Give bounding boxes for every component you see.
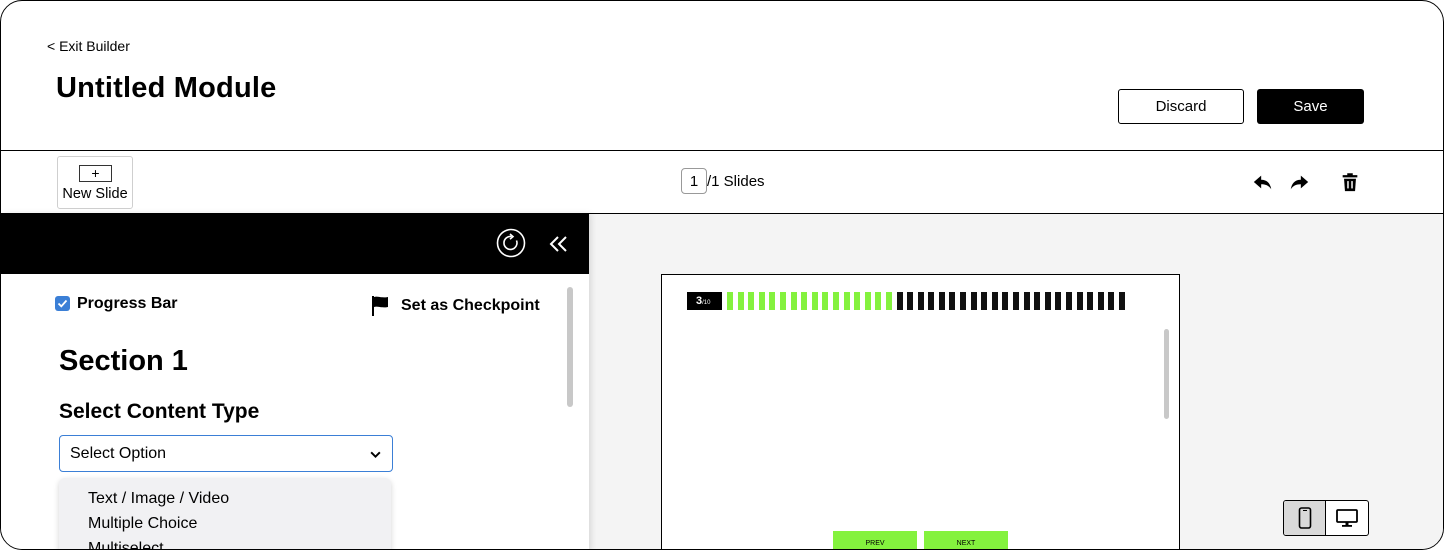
progress-segment-pending (1087, 292, 1094, 310)
progress-segment-complete (811, 292, 818, 310)
plus-icon: + (79, 165, 112, 182)
mobile-icon (1298, 507, 1311, 529)
progress-segment-pending (907, 292, 914, 310)
section-title[interactable]: Section 1 (59, 345, 188, 378)
progress-segment-complete (843, 292, 850, 310)
mobile-view-button[interactable] (1284, 501, 1326, 535)
preview-scrollbar[interactable] (1164, 329, 1169, 419)
progress-segment-pending (1055, 292, 1062, 310)
progress-segment-pending (1034, 292, 1041, 310)
progress-bar-label[interactable]: Progress Bar (77, 295, 178, 313)
progress-segment-pending (1023, 292, 1030, 310)
progress-segments (727, 292, 1130, 310)
undo-icon[interactable] (1252, 171, 1274, 193)
next-button[interactable]: NEXT (924, 531, 1008, 549)
progress-bar-checkbox[interactable] (55, 296, 70, 311)
content-type-select[interactable]: Select Option (59, 435, 393, 472)
progress-segment-complete (801, 292, 808, 310)
progress-segment-complete (727, 292, 733, 310)
save-button[interactable]: Save (1257, 89, 1364, 124)
collapse-left-icon[interactable] (547, 232, 571, 256)
progress-segment-complete (885, 292, 892, 310)
progress-segment-complete (769, 292, 776, 310)
chevron-down-icon (370, 451, 381, 459)
progress-segment-complete (779, 292, 786, 310)
new-slide-button[interactable]: + New Slide (57, 156, 133, 209)
progress-segment-pending (1076, 292, 1083, 310)
progress-segment-complete (758, 292, 765, 310)
panel-scrollbar[interactable] (567, 287, 573, 407)
slides-total-label: /1 Slides (707, 172, 765, 190)
option-text-image-video[interactable]: Text / Image / Video (88, 490, 229, 508)
content-type-label: Select Content Type (59, 400, 260, 423)
progress-segment-pending (917, 292, 924, 310)
progress-segment-pending (1097, 292, 1104, 310)
progress-segment-complete (875, 292, 882, 310)
discard-button[interactable]: Discard (1118, 89, 1244, 124)
slide-counter: 1 /1 Slides (681, 168, 765, 194)
trash-icon[interactable] (1339, 171, 1361, 193)
progress-segment-pending (1002, 292, 1009, 310)
new-slide-label: New Slide (62, 186, 128, 202)
progress-segment-complete (822, 292, 829, 310)
option-multiple-choice[interactable]: Multiple Choice (88, 515, 197, 533)
slide-settings-panel: Progress Bar Set as Checkpoint Section 1… (1, 214, 589, 549)
progress-segment-pending (960, 292, 967, 310)
app-window: < Exit Builder Untitled Module Discard S… (0, 0, 1444, 550)
progress-segment-pending (896, 292, 903, 310)
desktop-view-button[interactable] (1326, 501, 1368, 535)
check-icon (57, 299, 68, 308)
refresh-icon[interactable] (496, 228, 526, 258)
device-toggle (1283, 500, 1369, 536)
flag-icon[interactable] (370, 295, 390, 317)
select-value: Select Option (70, 445, 167, 462)
progress-segment-pending (1066, 292, 1072, 310)
progress-segment-complete (790, 292, 797, 310)
progress-segment-pending (1044, 292, 1051, 310)
current-slide-input[interactable]: 1 (681, 168, 707, 194)
desktop-icon (1336, 509, 1358, 527)
option-multiselect[interactable]: Multiselect (88, 540, 164, 549)
progress-segment-pending (970, 292, 977, 310)
prev-button[interactable]: PREV (833, 531, 917, 549)
set-checkpoint-label[interactable]: Set as Checkpoint (401, 297, 540, 315)
progress-segment-complete (864, 292, 871, 310)
progress-segment-complete (854, 292, 861, 310)
redo-icon[interactable] (1288, 171, 1310, 193)
exit-builder-link[interactable]: < Exit Builder (47, 38, 130, 54)
content-type-dropdown: Text / Image / Video Multiple Choice Mul… (59, 478, 391, 549)
panel-header (1, 214, 589, 274)
progress-segment-pending (981, 292, 988, 310)
progress-segment-pending (938, 292, 945, 310)
progress-segment-pending (1108, 292, 1115, 310)
progress-segment-pending (949, 292, 956, 310)
progress-segment-complete (832, 292, 839, 310)
progress-segment-complete (737, 292, 744, 310)
progress-segment-pending (991, 292, 998, 310)
progress-segment-pending (928, 292, 935, 310)
module-title[interactable]: Untitled Module (56, 72, 276, 105)
progress-segment-pending (1013, 292, 1020, 310)
progress-segment-complete (748, 292, 755, 310)
progress-badge: 3/10 (687, 292, 722, 310)
header-divider (1, 150, 1443, 151)
progress-segment-pending (1118, 292, 1125, 310)
slide-preview: 3/10 PREV NEXT (661, 274, 1180, 549)
